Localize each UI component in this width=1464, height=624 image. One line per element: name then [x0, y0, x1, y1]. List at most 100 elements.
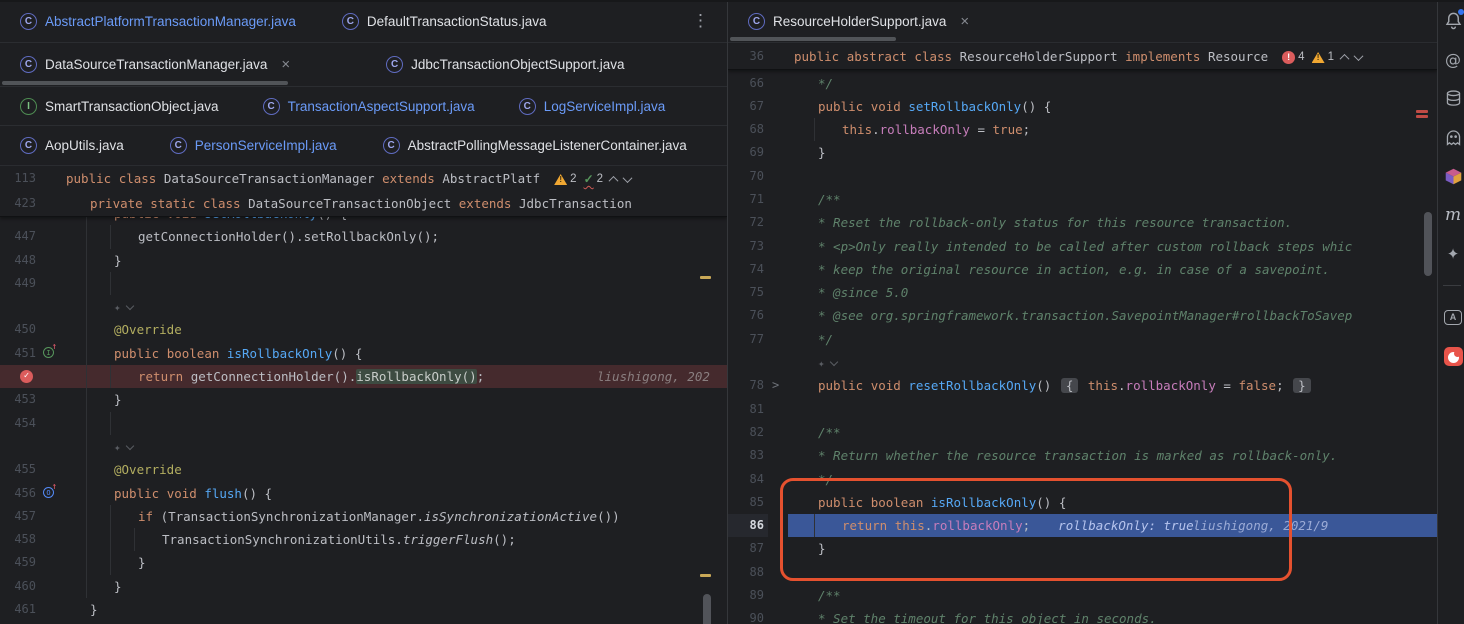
- code-line-457[interactable]: 457if (TransactionSynchronizationManager…: [0, 505, 727, 528]
- code-line-73[interactable]: 73 * <p>Only really intended to be calle…: [728, 235, 1437, 258]
- tab-abstractpollingmessagelistenercontainer-java[interactable]: CAbstractPollingMessageListenerContainer…: [383, 137, 687, 154]
- code-line-81[interactable]: 81: [728, 398, 1437, 421]
- line-number-87[interactable]: 87: [728, 537, 768, 560]
- inlay-hint-row[interactable]: ✦: [728, 351, 1437, 374]
- tab-personserviceimpl-java[interactable]: CPersonServiceImpl.java: [170, 137, 337, 154]
- chevron-down-icon[interactable]: [1354, 51, 1364, 61]
- line-number-85[interactable]: 85: [728, 491, 768, 514]
- line-number-113[interactable]: 113: [0, 166, 40, 191]
- line-number[interactable]: [0, 295, 40, 318]
- chevron-down-icon[interactable]: [829, 358, 837, 366]
- close-tab-icon[interactable]: ×: [281, 57, 290, 72]
- code-line-89[interactable]: 89/**: [728, 584, 1437, 607]
- chevron-down-icon[interactable]: [623, 173, 633, 183]
- code-line-75[interactable]: 75 * @since 5.0: [728, 281, 1437, 304]
- line-number-81[interactable]: 81: [728, 398, 768, 421]
- scroll-mark-error[interactable]: [1416, 110, 1428, 113]
- tabs-more-menu-icon[interactable]: ⋮: [692, 11, 709, 31]
- line-number-69[interactable]: 69: [728, 141, 768, 164]
- line-number[interactable]: [0, 435, 40, 458]
- tab-abstractplatformtransactionmanager-java[interactable]: CAbstractPlatformTransactionManager.java: [20, 13, 296, 30]
- code-line-458[interactable]: 458TransactionSynchronizationUtils.trigg…: [0, 528, 727, 551]
- tab-datasourcetransactionmanager-java[interactable]: CDataSourceTransactionManager.java×: [20, 56, 290, 73]
- line-number-76[interactable]: 76: [728, 304, 768, 327]
- line-number-67[interactable]: 67: [728, 95, 768, 118]
- code-line-459[interactable]: 459}: [0, 551, 727, 574]
- code-line-85[interactable]: 85public boolean isRollbackOnly() {: [728, 491, 1437, 514]
- inlay-hint-row[interactable]: ✦: [0, 295, 727, 318]
- toolbar-package-plugin-icon[interactable]: [1443, 166, 1463, 186]
- right-editor-scrollbar-thumb[interactable]: [1424, 212, 1432, 276]
- line-number-461[interactable]: 461: [0, 598, 40, 621]
- line-number-77[interactable]: 77: [728, 328, 768, 351]
- line-number-457[interactable]: 457: [0, 505, 40, 528]
- line-number-36[interactable]: 36: [728, 44, 768, 69]
- badge-chev-down[interactable]: [624, 176, 631, 183]
- code-line-72[interactable]: 72 * Reset the rollback-only status for …: [728, 211, 1437, 234]
- line-number-83[interactable]: 83: [728, 444, 768, 467]
- line-number-456[interactable]: 456: [0, 482, 40, 505]
- chevron-up-icon[interactable]: [609, 176, 619, 186]
- code-line-453[interactable]: 453}: [0, 388, 727, 411]
- line-number-90[interactable]: 90: [728, 607, 768, 624]
- toolbar-notifications-bell-icon[interactable]: [1443, 10, 1463, 30]
- toolbar-maven-icon[interactable]: m: [1443, 205, 1463, 225]
- line-number-458[interactable]: 458: [0, 528, 40, 551]
- line-number[interactable]: [728, 351, 768, 374]
- code-line-87[interactable]: 87}: [728, 537, 1437, 560]
- tab-smarttransactionobject-java[interactable]: ISmartTransactionObject.java: [20, 98, 219, 115]
- code-line-456[interactable]: 456O↑public void flush() {: [0, 482, 727, 505]
- code-line-113[interactable]: 113public class DataSourceTransactionMan…: [0, 166, 727, 191]
- line-number-447[interactable]: 447: [0, 225, 40, 248]
- code-line-70[interactable]: 70: [728, 165, 1437, 188]
- line-number-423[interactable]: 423: [0, 191, 40, 216]
- code-line-88[interactable]: 88: [728, 561, 1437, 584]
- line-number-78[interactable]: 78: [728, 374, 768, 397]
- line-number[interactable]: ✓: [0, 365, 40, 388]
- code-line-461[interactable]: 461}: [0, 598, 727, 621]
- badge-chev-down[interactable]: [1355, 54, 1362, 61]
- line-number-72[interactable]: 72: [728, 211, 768, 234]
- toolbar-ghost-plugin-icon[interactable]: [1443, 127, 1463, 147]
- code-line-66[interactable]: 66 */: [728, 72, 1437, 95]
- code-line-69[interactable]: 69}: [728, 141, 1437, 164]
- toolbar-red-plugin-icon[interactable]: [1443, 346, 1463, 366]
- code-line-460[interactable]: 460}: [0, 575, 727, 598]
- close-tab-icon[interactable]: ×: [960, 14, 969, 29]
- tab-logserviceimpl-java[interactable]: CLogServiceImpl.java: [519, 98, 666, 115]
- badge-error[interactable]: !4: [1282, 45, 1304, 69]
- tab-defaulttransactionstatus-java[interactable]: CDefaultTransactionStatus.java: [342, 13, 547, 30]
- line-number-74[interactable]: 74: [728, 258, 768, 281]
- code-line-448[interactable]: 448}: [0, 249, 727, 272]
- tab-aoputils-java[interactable]: CAopUtils.java: [20, 137, 124, 154]
- scroll-mark-warning[interactable]: [700, 276, 711, 279]
- code-line-454[interactable]: 454: [0, 412, 727, 435]
- line-number-453[interactable]: 453: [0, 388, 40, 411]
- code-line-74[interactable]: 74 * keep the original resource in actio…: [728, 258, 1437, 281]
- ai-inlay-icon[interactable]: ✦: [818, 357, 827, 370]
- tab-strip-scrollbar[interactable]: [2, 81, 288, 85]
- code-line-455[interactable]: 455@Override: [0, 458, 727, 481]
- line-number-450[interactable]: 450: [0, 318, 40, 341]
- line-number-84[interactable]: 84: [728, 468, 768, 491]
- code-line-86[interactable]: 86return this.rollbackOnly;rollbackOnly:…: [728, 514, 1437, 537]
- line-number-66[interactable]: 66: [728, 72, 768, 95]
- fold-region-icon[interactable]: >: [772, 374, 779, 397]
- badge-typo[interactable]: ✓2: [584, 167, 603, 191]
- line-number-455[interactable]: 455: [0, 458, 40, 481]
- code-line-449[interactable]: 449: [0, 272, 727, 295]
- code-line-78[interactable]: 78>public void resetRollbackOnly() { thi…: [728, 374, 1437, 397]
- line-number-448[interactable]: 448: [0, 249, 40, 272]
- tab-jdbctransactionobjectsupport-java[interactable]: CJdbcTransactionObjectSupport.java: [386, 56, 624, 73]
- code-line-451[interactable]: 451I↑public boolean isRollbackOnly() {: [0, 342, 727, 365]
- code-line-71[interactable]: 71/**: [728, 188, 1437, 211]
- code-line-76[interactable]: 76 * @see org.springframework.transactio…: [728, 304, 1437, 327]
- line-number-459[interactable]: 459: [0, 551, 40, 574]
- toolbar-ai-sparkle-icon[interactable]: ✦: [1443, 244, 1463, 264]
- toolbar-translate-card-icon[interactable]: A: [1443, 307, 1463, 327]
- line-number-460[interactable]: 460: [0, 575, 40, 598]
- badge-chev-up[interactable]: [1341, 54, 1348, 61]
- ai-inlay-icon[interactable]: ✦: [114, 301, 123, 314]
- code-line-84[interactable]: 84 */: [728, 468, 1437, 491]
- badge-chev-up[interactable]: [610, 176, 617, 183]
